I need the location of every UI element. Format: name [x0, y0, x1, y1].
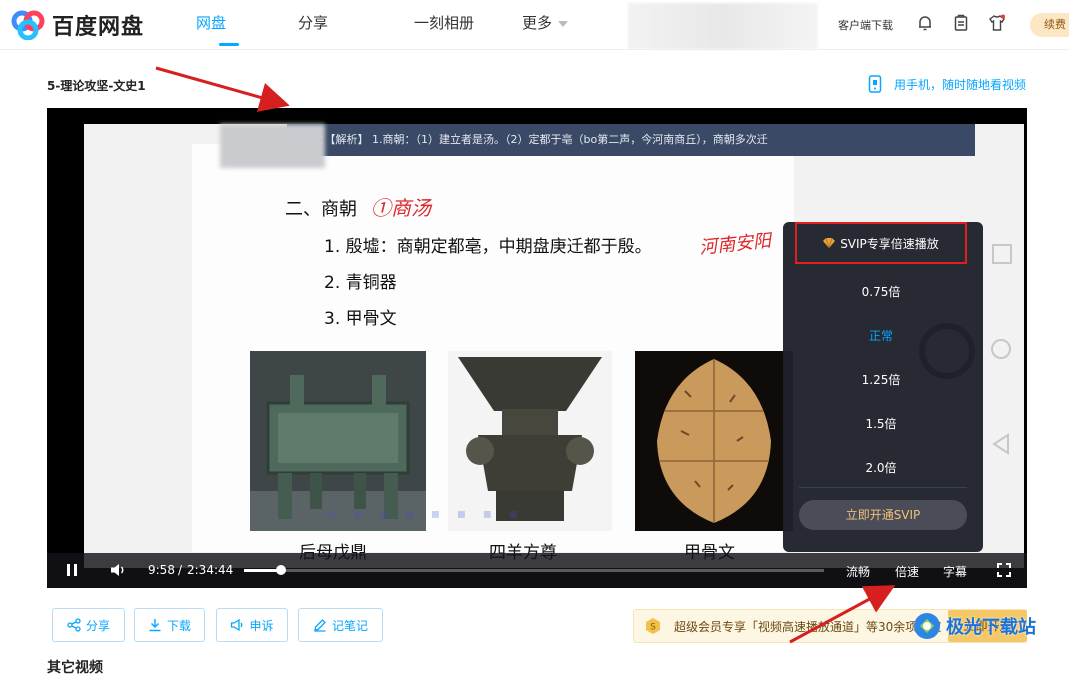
progress-handle[interactable] [276, 565, 286, 575]
site-logo-icon [914, 613, 940, 639]
nav-share[interactable]: 分享 [262, 0, 346, 50]
speed-option-1-5[interactable]: 1.5倍 [783, 415, 979, 432]
report-button[interactable]: 申诉 [216, 608, 288, 642]
fullscreen-icon[interactable] [995, 561, 1013, 579]
subtitle-button[interactable]: 字幕 [943, 563, 967, 580]
chevron-down-icon [558, 20, 569, 27]
notes-label: 记笔记 [331, 618, 368, 633]
svip-speed-label: SVIP专享倍速播放 [840, 236, 939, 251]
speed-button[interactable]: 倍速 [895, 563, 919, 580]
nav-moments-album-label: 一刻相册 [414, 14, 475, 32]
client-download-link[interactable]: 客户端下载 [838, 17, 893, 33]
video-watermark: ▪ ▪ ▪ ▪ ▪ ▪ ▪ ▪ [327, 506, 525, 522]
notes-button[interactable]: 记笔记 [298, 608, 383, 642]
logo-text: 百度网盘 [52, 15, 145, 40]
houmuwu-ding-image [250, 351, 426, 531]
tshirt-icon[interactable] [988, 14, 1006, 32]
nav-more[interactable]: 更多 [522, 0, 569, 50]
time-separator: / [178, 563, 183, 577]
square-nav-icon [992, 244, 1012, 264]
main-nav: 网盘 分享 一刻相册 更多 [196, 0, 569, 50]
pencil-icon [314, 619, 326, 632]
progress-track[interactable] [244, 569, 824, 572]
assistant-caption: 助教：【解析】 1.商朝：（1）建立者是汤。（2）定都于亳（bo第二声，今河南商… [287, 124, 975, 156]
site-watermark: 极光下载站 [912, 611, 1036, 641]
clipboard-icon[interactable] [952, 14, 970, 32]
siyang-fangzun-image [448, 351, 612, 531]
open-svip-button[interactable]: 立即开通SVIP [799, 500, 967, 530]
handwritten-note-shang-tang: ①商汤 [371, 196, 431, 220]
phone-watch-label: 用手机，随时随地看视频 [894, 77, 1027, 92]
pause-icon[interactable] [63, 561, 81, 579]
slide-item-yinxu: 1. 殷墟：商朝定都亳，中期盘庚迁都于殷。 [324, 237, 652, 257]
nav-moments-album[interactable]: 一刻相册 [346, 0, 534, 50]
svip-diamond-icon [823, 238, 836, 248]
download-label: 下载 [166, 618, 191, 633]
speed-option-2-0[interactable]: 2.0倍 [783, 459, 979, 476]
quality-button[interactable]: 流畅 [846, 563, 870, 580]
file-title: 5-理论攻坚-文史1 [47, 79, 146, 93]
svip-speed-header[interactable]: SVIP专享倍速播放 [795, 222, 967, 264]
blurred-patch [220, 124, 325, 168]
slide-item-oracle: 3. 甲骨文 [324, 309, 397, 329]
phone-watch-link[interactable]: 用手机，随时随地看视频 [868, 75, 1026, 93]
nav-more-label: 更多 [522, 14, 553, 32]
phone-icon [868, 75, 882, 93]
megaphone-icon [231, 618, 243, 632]
download-button[interactable]: 下载 [134, 608, 205, 642]
nav-netdisk-label: 网盘 [196, 14, 227, 32]
baidu-netdisk-logo-icon [11, 10, 45, 40]
bell-icon[interactable] [916, 14, 934, 32]
site-watermark-text: 极光下载站 [946, 617, 1036, 638]
slide-heading: 二、商朝 [285, 199, 357, 220]
menu-divider [799, 487, 967, 488]
back-triangle-icon [992, 433, 1009, 455]
promo-text: 超级会员专享「视频高速播放通道」等30余项特权 [674, 619, 942, 634]
oracle-bone-image [635, 351, 793, 531]
share-icon [67, 618, 81, 632]
report-label: 申诉 [249, 618, 274, 633]
svip-coin-icon: S [646, 618, 660, 634]
arrow-to-title [155, 66, 290, 112]
logo[interactable]: 百度网盘 [10, 8, 144, 42]
total-time: 2:34:44 [187, 563, 234, 577]
renew-button[interactable]: 续费 [1030, 13, 1069, 37]
current-time: 9:58 [148, 563, 175, 577]
speed-option-0-75[interactable]: 0.75倍 [783, 283, 979, 300]
circle-nav-icon [991, 339, 1011, 359]
nav-netdisk[interactable]: 网盘 [196, 0, 262, 50]
other-videos-title: 其它视频 [47, 660, 103, 676]
top-bar: 百度网盘 网盘 分享 一刻相册 更多 客户端下载 续费 [0, 0, 1069, 50]
share-label: 分享 [85, 618, 110, 633]
share-button[interactable]: 分享 [52, 608, 125, 642]
blurred-region [628, 3, 818, 49]
video-player[interactable]: 助教：【解析】 1.商朝：（1）建立者是汤。（2）定都于亳（bo第二声，今河南商… [47, 108, 1027, 588]
speed-menu: SVIP专享倍速播放 0.75倍 正常 1.25倍 1.5倍 2.0倍 立即开通… [783, 222, 983, 552]
slide-item-bronze: 2. 青铜器 [324, 273, 397, 293]
nav-share-label: 分享 [298, 14, 329, 32]
speed-option-normal[interactable]: 正常 [783, 327, 979, 344]
download-icon [149, 619, 161, 632]
svg-text:S: S [650, 623, 656, 633]
speed-option-1-25[interactable]: 1.25倍 [783, 371, 979, 388]
volume-icon[interactable] [109, 561, 127, 579]
